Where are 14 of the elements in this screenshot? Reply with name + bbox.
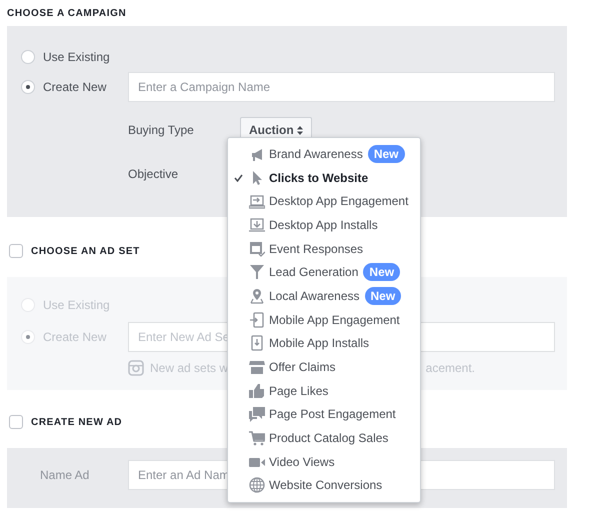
option-label: Use Existing (43, 298, 110, 312)
option-label: Create New (43, 330, 106, 344)
note-text: acement. (426, 361, 475, 375)
field-label: Buying Type (128, 123, 195, 137)
option-label: Use Existing (43, 50, 110, 64)
field-label: Objective (128, 167, 178, 181)
new-badge: New (364, 286, 402, 305)
section-heading: CREATE NEW AD (31, 416, 122, 428)
new-badge: New (363, 263, 400, 282)
section-heading: CHOOSE AN AD SET (31, 246, 140, 256)
field-label: Name Ad (39, 468, 90, 482)
option-label: Create New (43, 80, 106, 94)
new-badge: New (368, 144, 405, 163)
section-heading: CHOOSE A CAMPAIGN (7, 6, 128, 20)
